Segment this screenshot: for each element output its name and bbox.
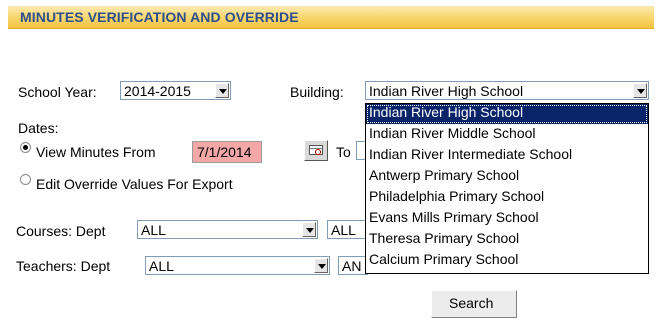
building-select[interactable]: Indian River High School: [365, 81, 649, 100]
from-date-value: 7/1/2014: [197, 144, 252, 160]
building-option-theresa-primary[interactable]: Theresa Primary School: [366, 230, 648, 250]
courses-dept-label: Courses: Dept: [16, 223, 106, 239]
edit-override-label: Edit Override Values For Export: [36, 176, 233, 192]
building-label: Building:: [290, 84, 344, 100]
school-year-label: School Year:: [18, 84, 97, 100]
teachers-dept-label: Teachers: Dept: [16, 258, 111, 274]
view-minutes-radio[interactable]: [20, 142, 31, 153]
calendar-icon: [309, 145, 323, 155]
building-option-indian-river-middle[interactable]: Indian River Middle School: [366, 125, 648, 145]
courses-second-value: ALL: [331, 222, 356, 238]
building-option-indian-river-intermediate[interactable]: Indian River Intermediate School: [366, 146, 648, 166]
school-year-value: 2014-2015: [124, 83, 191, 99]
building-option-indian-river-high[interactable]: Indian River High School: [366, 104, 648, 124]
building-option-evans-mills-primary[interactable]: Evans Mills Primary School: [366, 209, 648, 229]
search-button-label: Search: [449, 295, 494, 311]
calendar-button[interactable]: [304, 140, 328, 161]
from-date-input[interactable]: 7/1/2014: [192, 141, 262, 163]
to-label: To: [336, 144, 351, 160]
chevron-down-icon[interactable]: [633, 83, 647, 98]
chevron-down-icon[interactable]: [215, 83, 229, 98]
dates-label: Dates:: [18, 120, 59, 136]
building-dropdown-list: Indian River High School Indian River Mi…: [365, 103, 649, 274]
building-value: Indian River High School: [369, 83, 524, 99]
search-button[interactable]: Search: [431, 290, 517, 318]
teachers-dept-value: ALL: [149, 258, 174, 274]
chevron-down-icon[interactable]: [302, 222, 316, 237]
courses-dept-select[interactable]: ALL: [137, 220, 318, 239]
header-bar: MINUTES VERIFICATION AND OVERRIDE: [8, 6, 654, 29]
page-title: MINUTES VERIFICATION AND OVERRIDE: [20, 9, 299, 25]
edit-override-radio[interactable]: [20, 174, 31, 185]
courses-dept-value: ALL: [141, 222, 166, 238]
courses-second-select[interactable]: ALL: [327, 220, 367, 239]
school-year-select[interactable]: 2014-2015: [120, 81, 231, 100]
building-option-calcium-primary[interactable]: Calcium Primary School: [366, 251, 648, 271]
teachers-second-value: AN: [342, 258, 362, 274]
building-option-philadelphia-primary[interactable]: Philadelphia Primary School: [366, 188, 648, 208]
teachers-dept-select[interactable]: ALL: [145, 256, 330, 275]
view-minutes-label: View Minutes From: [36, 144, 156, 160]
building-option-antwerp-primary[interactable]: Antwerp Primary School: [366, 167, 648, 187]
teachers-second-select[interactable]: AN: [338, 256, 368, 275]
chevron-down-icon[interactable]: [314, 258, 328, 273]
